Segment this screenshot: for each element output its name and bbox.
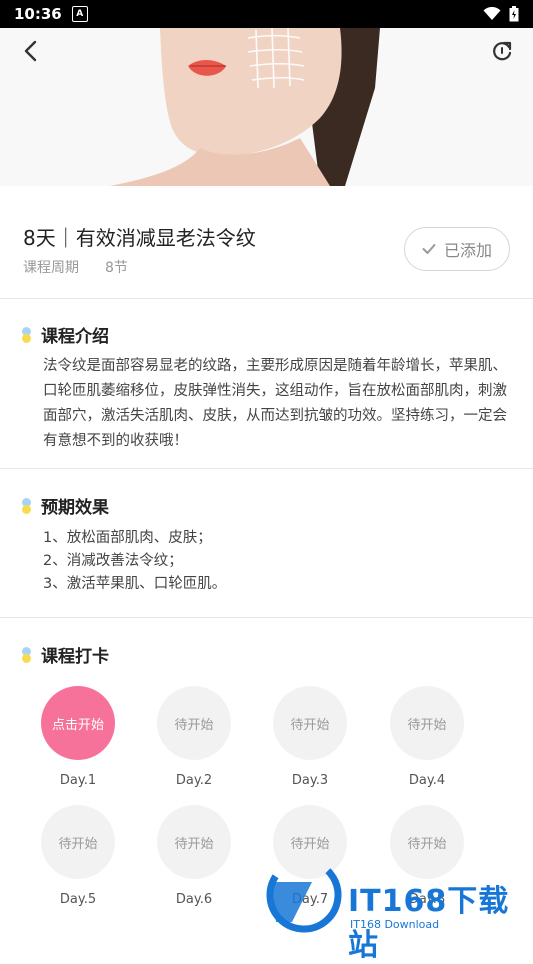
effect-item: 2、消减改善法令纹； — [43, 553, 183, 569]
day-label: Day.5 — [59, 892, 97, 907]
checkin-title: 课程打卡 — [22, 642, 109, 667]
course-header: 8天｜有效消减显老法令纹 课程周期 8节 已添加 — [0, 186, 533, 299]
day-label: Day.3 — [291, 773, 329, 788]
day-label: Day.4 — [408, 773, 446, 788]
effect-item: 1、放松面部肌肉、皮肤； — [43, 530, 212, 546]
effect-list: 1、放松面部肌肉、皮肤； 2、消减改善法令纹； 3、激活苹果肌、口轮匝肌。 — [43, 527, 226, 596]
check-icon — [422, 244, 436, 254]
day-1-item[interactable]: 点击开始 Day.1 — [41, 686, 115, 788]
watermark-logo-icon — [266, 857, 342, 933]
course-meta: 课程周期 8节 — [23, 257, 128, 277]
intro-title: 课程介绍 — [22, 322, 109, 347]
day-3-status[interactable]: 待开始 — [273, 686, 347, 760]
back-button[interactable] — [16, 36, 46, 66]
day-label: Day.6 — [175, 892, 213, 907]
wifi-icon — [483, 7, 501, 20]
status-time: 10:36 — [14, 5, 62, 23]
watermark-subtext: IT168 Download — [350, 918, 440, 931]
watermark: IT168下载站 IT168 Download — [262, 852, 522, 963]
effect-title-text: 预期效果 — [41, 498, 109, 518]
battery-icon — [509, 6, 519, 22]
refresh-icon — [493, 41, 512, 61]
intro-section: 课程介绍 法令纹是面部容易显老的纹路，主要形成原因是随着年龄增长，苹果肌、口轮匝… — [0, 298, 533, 469]
day-6-status[interactable]: 待开始 — [157, 805, 231, 879]
day-4-item[interactable]: 待开始 Day.4 — [390, 686, 464, 788]
section-dot-icon — [22, 646, 31, 663]
day-2-status[interactable]: 待开始 — [157, 686, 231, 760]
day-6-item[interactable]: 待开始 Day.6 — [157, 805, 231, 907]
refresh-button[interactable] — [487, 36, 517, 66]
status-bar: 10:36 A — [0, 0, 533, 28]
effect-item: 3、激活苹果肌、口轮匝肌。 — [43, 576, 227, 592]
day-3-item[interactable]: 待开始 Day.3 — [273, 686, 347, 788]
course-hero-image — [0, 28, 533, 186]
effect-title: 预期效果 — [22, 493, 109, 518]
checkin-title-text: 课程打卡 — [41, 647, 109, 667]
day-2-item[interactable]: 待开始 Day.2 — [157, 686, 231, 788]
back-arrow-icon — [24, 40, 37, 62]
notification-icon: A — [71, 6, 88, 22]
added-button[interactable]: 已添加 — [404, 227, 510, 271]
day-1-start-button[interactable]: 点击开始 — [41, 686, 115, 760]
effect-section: 预期效果 1、放松面部肌肉、皮肤； 2、消减改善法令纹； 3、激活苹果肌、口轮匝… — [0, 469, 533, 618]
added-button-label: 已添加 — [443, 241, 492, 260]
intro-text: 法令纹是面部容易显老的纹路，主要形成原因是随着年龄增长，苹果肌、口轮匝肌萎缩移位… — [43, 358, 507, 449]
course-period-label: 课程周期 — [23, 260, 79, 276]
day-5-status[interactable]: 待开始 — [41, 805, 115, 879]
face-illustration — [0, 28, 533, 186]
day-label: Day.2 — [175, 773, 213, 788]
day-label: Day.1 — [59, 773, 97, 788]
day-4-status[interactable]: 待开始 — [390, 686, 464, 760]
section-dot-icon — [22, 497, 31, 514]
course-title: 8天｜有效消减显老法令纹 — [23, 226, 256, 250]
course-sessions: 8节 — [105, 260, 128, 276]
intro-title-text: 课程介绍 — [41, 327, 109, 347]
section-dot-icon — [22, 326, 31, 343]
day-5-item[interactable]: 待开始 Day.5 — [41, 805, 115, 907]
